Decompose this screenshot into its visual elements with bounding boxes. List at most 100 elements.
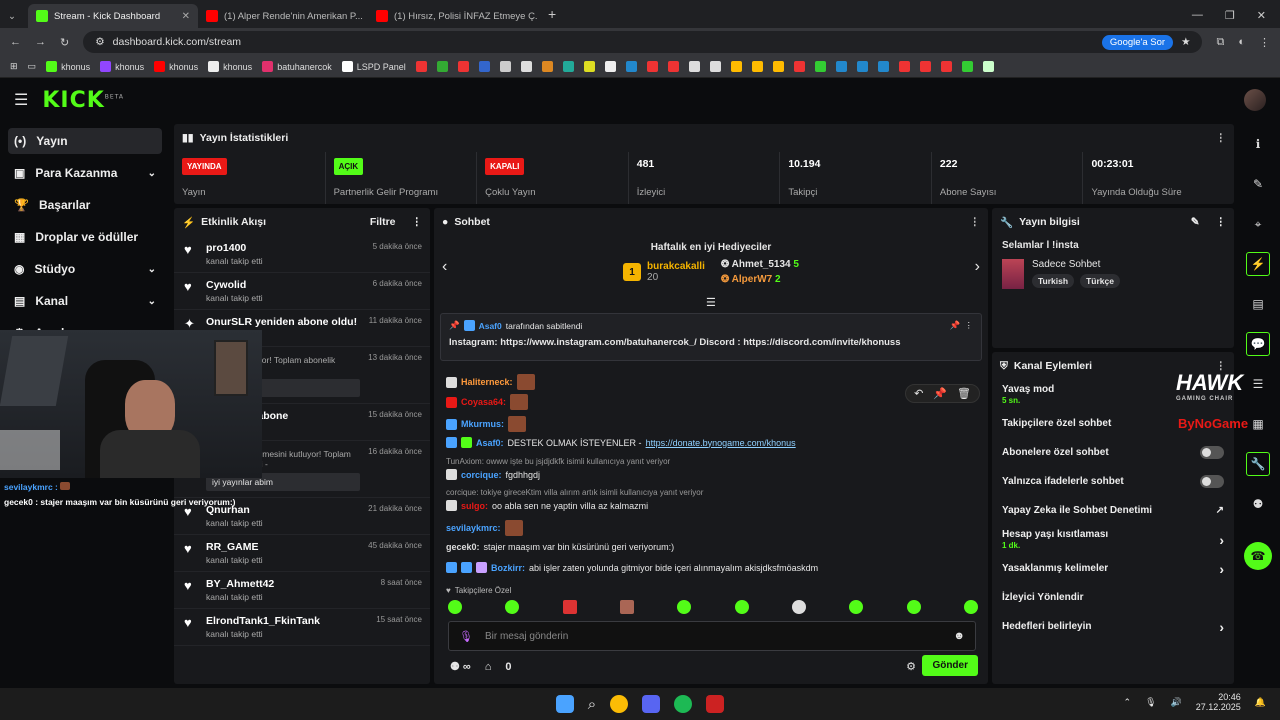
bookmark-icon[interactable] — [856, 61, 868, 72]
emote-icon[interactable] — [849, 600, 864, 614]
close-icon[interactable]: ✕ — [182, 11, 190, 22]
edit-icon[interactable]: ✎ — [1191, 216, 1200, 228]
emote-icon[interactable] — [791, 600, 806, 614]
emote-icon[interactable] — [963, 600, 978, 614]
support-icon[interactable]: ☎ — [1244, 542, 1272, 570]
tab-search-button[interactable]: ⌄ — [0, 4, 28, 28]
lightning-icon[interactable]: ⚡ — [1246, 252, 1270, 276]
folder-icon[interactable]: ▭ — [28, 61, 37, 72]
more-options-icon[interactable]: ⋮ — [965, 320, 974, 331]
bookmark-icon[interactable] — [835, 61, 847, 72]
gear-icon[interactable]: ⚙ — [906, 660, 916, 673]
send-button[interactable]: Gönder — [922, 655, 978, 676]
trash-icon[interactable]: 🗑 — [957, 387, 971, 400]
action-account-age[interactable]: Hesap yaşı kısıtlaması 1 dk. › — [992, 525, 1234, 554]
action-subscribers-only[interactable]: Abonelere özel sohbet — [992, 438, 1234, 467]
action-emote-only[interactable]: Yalnızca ifadelerle sohbet — [992, 467, 1234, 496]
bookmark-icon[interactable] — [625, 61, 637, 72]
chat-link[interactable]: https://donate.bynogame.com/khonus — [646, 438, 796, 448]
document-icon[interactable]: ▤ — [1246, 292, 1270, 316]
bookmark-icon[interactable] — [415, 61, 427, 72]
chevron-up-icon[interactable]: ⌃ — [1124, 697, 1132, 708]
sidebar-item-basarilar[interactable]: 🏆 Başarılar — [8, 192, 162, 218]
sidebar-item-droplar[interactable]: ▦ Droplar ve ödüller — [8, 224, 162, 250]
restore-icon[interactable]: ❐ — [1225, 9, 1235, 22]
bookmark-item[interactable]: khonus — [208, 61, 252, 72]
bookmark-item[interactable]: khonus — [100, 61, 144, 72]
app-icon[interactable] — [706, 695, 725, 713]
toggle-switch[interactable] — [1200, 475, 1224, 488]
filter-button[interactable]: Filtre — [370, 216, 396, 228]
google-ask-button[interactable]: Google'a Sor — [1101, 34, 1174, 50]
action-ai-moderation[interactable]: Yapay Zeka ile Sohbet Denetimi ↗ — [992, 496, 1234, 525]
back-icon[interactable]: ← — [10, 36, 21, 48]
bookmark-icon[interactable] — [667, 61, 679, 72]
reply-icon[interactable]: ↶ — [914, 387, 923, 400]
toggle-switch[interactable] — [1200, 446, 1224, 459]
emote-icon[interactable] — [619, 600, 634, 614]
spotify-icon[interactable] — [674, 695, 693, 713]
bookmark-item[interactable]: LSPD Panel — [341, 61, 406, 72]
emote-icon[interactable] — [734, 600, 749, 614]
bookmark-icon[interactable] — [751, 61, 763, 72]
bookmark-icon[interactable] — [961, 61, 973, 72]
bookmark-icon[interactable] — [688, 61, 700, 72]
apps-icon[interactable]: ⊞ — [10, 61, 18, 72]
more-options-icon[interactable]: ⋮ — [1216, 132, 1227, 144]
menu-icon[interactable]: ⋮ — [1259, 36, 1270, 49]
reload-icon[interactable]: ↻ — [60, 36, 69, 49]
emote-icon[interactable] — [677, 600, 692, 614]
bookmark-icon[interactable] — [646, 61, 658, 72]
bookmark-icon[interactable] — [541, 61, 553, 72]
unpin-icon[interactable]: 📌 — [950, 320, 961, 331]
sidebar-item-kanal[interactable]: ▤ Kanal ⌄ — [8, 288, 162, 314]
star-icon[interactable]: ★ — [1181, 36, 1190, 48]
chevron-left-icon[interactable]: ‹ — [442, 258, 447, 276]
search-icon[interactable]: ⌕ — [588, 696, 596, 713]
bookmark-item[interactable]: khonus — [154, 61, 198, 72]
more-options-icon[interactable]: ⋮ — [970, 216, 981, 228]
bookmark-item[interactable]: khonus — [46, 61, 90, 72]
category-thumbnail[interactable] — [1002, 259, 1024, 289]
bookmark-icon[interactable] — [478, 61, 490, 72]
bookmark-icon[interactable] — [730, 61, 742, 72]
filter-icon[interactable]: ☰ — [706, 296, 716, 309]
browser-tab-2[interactable]: (1) Alper Rende'nin Amerikan P...✕ — [198, 4, 368, 28]
bookmark-icon[interactable] — [940, 61, 952, 72]
bookmark-icon[interactable] — [520, 61, 532, 72]
layout-icon[interactable]: ▦ — [1246, 412, 1270, 436]
bookmark-item[interactable]: batuhanercok — [262, 61, 332, 72]
emote-icon[interactable] — [562, 600, 577, 614]
menu-icon[interactable]: ☰ — [1246, 372, 1270, 396]
more-options-icon[interactable]: ⋮ — [1216, 216, 1227, 228]
emoji-icon[interactable]: ☻ — [953, 630, 965, 642]
sidebar-item-para-kazanma[interactable]: ▣ Para Kazanma ⌄ — [8, 160, 162, 186]
avatar[interactable] — [1244, 89, 1266, 111]
pin-icon[interactable]: 📌 — [933, 387, 947, 400]
emote-icon[interactable] — [448, 600, 462, 614]
discord-icon[interactable] — [642, 695, 661, 713]
bookmark-icon[interactable] — [919, 61, 931, 72]
emote-icon[interactable] — [505, 600, 520, 614]
forward-icon[interactable]: → — [35, 36, 46, 48]
more-options-icon[interactable]: ⋮ — [412, 216, 423, 228]
bookmark-icon[interactable] — [982, 61, 994, 72]
windows-start-icon[interactable] — [555, 695, 574, 713]
mic-icon[interactable]: 🎙 — [1145, 697, 1156, 708]
store-icon[interactable]: ⌂ — [485, 661, 492, 673]
minimize-icon[interactable]: — — [1192, 9, 1203, 22]
sidebar-item-studyo[interactable]: ◉ Stüdyo ⌄ — [8, 256, 162, 282]
infinity-icon[interactable]: ⚉ ∞ — [450, 660, 471, 673]
bookmark-icon[interactable] — [562, 61, 574, 72]
chevron-right-icon[interactable]: › — [975, 258, 980, 276]
bookmark-icon[interactable] — [436, 61, 448, 72]
bookmark-icon[interactable] — [877, 61, 889, 72]
close-window-icon[interactable]: ✕ — [1257, 9, 1266, 22]
bookmark-icon[interactable] — [898, 61, 910, 72]
info-icon[interactable]: ℹ — [1246, 132, 1270, 156]
bookmark-icon[interactable] — [604, 61, 616, 72]
bookmark-icon[interactable] — [457, 61, 469, 72]
target-icon[interactable]: ⌖ — [1246, 212, 1270, 236]
sidebar-item-yayin[interactable]: (•) Yayın — [8, 128, 162, 154]
clock[interactable]: 20:46 27.12.2025 — [1196, 692, 1241, 712]
